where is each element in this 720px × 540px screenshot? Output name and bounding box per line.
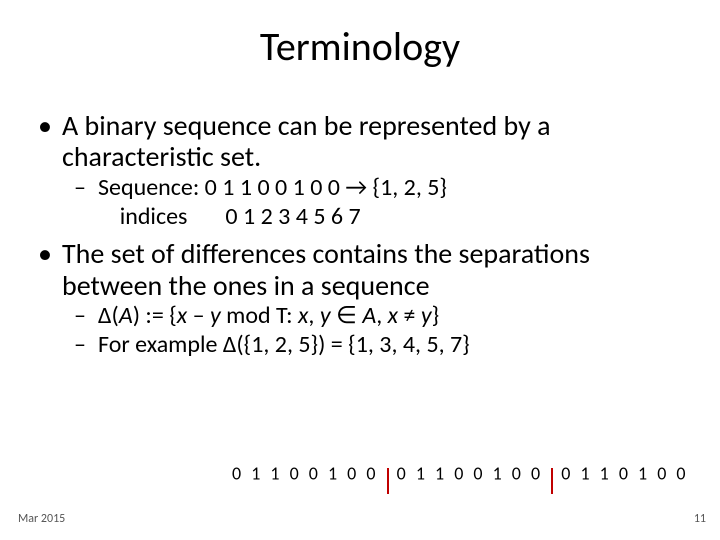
slide-body: A binary sequence can be represented by … xyxy=(38,110,682,361)
bullet-2-sub-1: Δ(A) := {x – y mod T: x, y ∈ A, x ≠ y} xyxy=(38,303,682,330)
var-x: x xyxy=(177,301,187,330)
var-y: y xyxy=(210,301,221,330)
divider-tick xyxy=(551,468,553,494)
bullet-1-sub-2: indices 0 1 2 3 4 5 6 7 xyxy=(38,204,682,231)
seq-group-3: 0 1 1 0 1 0 0 xyxy=(561,462,688,484)
bullet-1: A binary sequence can be represented by … xyxy=(38,110,682,173)
txt: mod T: xyxy=(221,301,298,330)
bullet-2-sub-2: For example Δ({1, 2, 5}) = {1, 3, 4, 5, … xyxy=(38,332,682,359)
seq-group-2: 0 1 1 0 0 1 0 0 xyxy=(397,462,543,484)
divider-tick xyxy=(387,468,389,494)
var-x: x xyxy=(388,301,398,330)
txt: , xyxy=(376,301,387,330)
txt: ∈ xyxy=(331,301,363,330)
slide-title: Terminology xyxy=(0,22,720,71)
delta-open: Δ( xyxy=(98,301,119,330)
sequence-illustration: 0 1 1 0 0 1 0 0 0 1 1 0 0 1 0 0 0 1 1 0 … xyxy=(232,462,689,488)
bullet-2: The set of differences contains the sepa… xyxy=(38,238,682,301)
footer-date: Mar 2015 xyxy=(18,512,65,526)
footer-page-number: 11 xyxy=(694,512,706,526)
txt: – xyxy=(187,301,210,330)
var-y: y xyxy=(320,301,331,330)
seq-group-1: 0 1 1 0 0 1 0 0 xyxy=(232,462,378,484)
bullet-1-sub-1: Sequence: 0 1 1 0 0 1 0 0 → {1, 2, 5} xyxy=(38,175,682,202)
slide: Terminology A binary sequence can be rep… xyxy=(0,0,720,540)
var-A: A xyxy=(119,301,133,330)
txt: , xyxy=(308,301,319,330)
txt: } xyxy=(432,301,440,330)
var-x: x xyxy=(298,301,308,330)
txt: ≠ xyxy=(398,301,421,330)
var-y: y xyxy=(421,301,432,330)
txt: ) := { xyxy=(133,301,177,330)
var-A: A xyxy=(362,301,376,330)
